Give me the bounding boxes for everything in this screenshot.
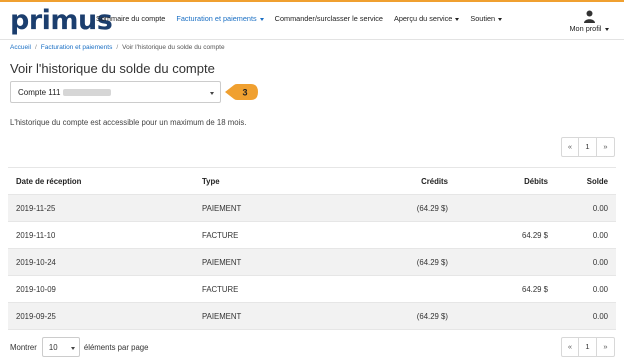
step-callout-badge: 3	[225, 84, 258, 100]
cell-type: PAIEMENT	[202, 311, 242, 321]
account-select-value: Compte 111	[18, 88, 61, 97]
pagination-prev-button[interactable]: «	[562, 338, 579, 356]
pagination-next-button[interactable]: »	[597, 138, 614, 156]
pagination-top: « 1 »	[561, 137, 615, 157]
profile-label: Mon profil	[569, 24, 602, 33]
nav-item-account-summary[interactable]: Sommaire du compte	[96, 14, 165, 23]
breadcrumb-current: Voir l'historique du solde du compte	[122, 44, 225, 51]
pagination-bottom: « 1 »	[561, 337, 615, 357]
main-nav: Sommaire du compte Facturation et paieme…	[96, 14, 513, 23]
breadcrumb-home-link[interactable]: Accueil	[10, 44, 31, 51]
pagination-page-button[interactable]: 1	[579, 138, 597, 156]
pagination-page-button[interactable]: 1	[579, 338, 597, 356]
cell-type: FACTURE	[202, 284, 239, 294]
chevron-down-icon	[259, 17, 264, 21]
table-header-row: Date de réception Type Crédits Débits So…	[8, 168, 616, 195]
nav-item-label: Facturation et paiements	[176, 14, 257, 23]
cell-type: PAIEMENT	[202, 203, 242, 213]
cell-date: 2019-09-25	[16, 311, 56, 321]
chevron-down-icon	[455, 17, 460, 21]
cell-credits: (64.29 $)	[416, 203, 448, 213]
items-per-page-label: éléments par page	[83, 342, 149, 352]
cell-date: 2019-10-24	[16, 257, 56, 267]
chevron-down-icon	[70, 347, 75, 350]
account-select[interactable]: Compte 111	[10, 81, 221, 103]
balance-history-table: Date de réception Type Crédits Débits So…	[8, 167, 616, 330]
nav-item-order-upgrade[interactable]: Commander/surclasser le service	[275, 14, 383, 23]
table-row: 2019-10-24 PAIEMENT (64.29 $) 0.00	[8, 249, 616, 276]
cell-balance: 0.00	[592, 311, 608, 321]
nav-item-service-overview[interactable]: Aperçu du service	[393, 14, 460, 23]
cell-debits: 64.29 $	[521, 230, 548, 240]
step-callout-number: 3	[242, 88, 247, 98]
table-row: 2019-09-25 PAIEMENT (64.29 $) 0.00	[8, 303, 616, 330]
history-info-text: L'historique du compte est accessible po…	[10, 118, 247, 127]
nav-item-label: Sommaire du compte	[96, 14, 166, 23]
cell-date: 2019-11-25	[16, 203, 56, 213]
breadcrumb-separator: /	[116, 44, 119, 51]
items-per-page-select[interactable]: 10	[41, 337, 80, 357]
nav-item-support[interactable]: Soutien	[470, 14, 503, 23]
show-label: Montrer	[10, 342, 37, 352]
profile-menu[interactable]: Mon profil	[564, 10, 614, 33]
breadcrumb-separator: /	[34, 44, 37, 51]
nav-item-label: Soutien	[470, 14, 496, 23]
items-per-page-value: 10	[48, 343, 58, 352]
cell-type: PAIEMENT	[202, 257, 242, 267]
table-row: 2019-11-25 PAIEMENT (64.29 $) 0.00	[8, 195, 616, 222]
breadcrumb-billing-link[interactable]: Facturation et paiements	[41, 44, 113, 51]
cell-date: 2019-11-10	[16, 230, 56, 240]
top-navigation-bar: primus Sommaire du compte Facturation et…	[0, 0, 624, 40]
cell-balance: 0.00	[592, 230, 608, 240]
cell-balance: 0.00	[592, 257, 608, 267]
column-header-credits[interactable]: Crédits	[344, 177, 456, 186]
cell-type: FACTURE	[202, 230, 239, 240]
chevron-down-icon	[604, 27, 609, 31]
page-size-control: Montrer 10 éléments par page	[10, 337, 148, 357]
table-row: 2019-11-10 FACTURE 64.29 $ 0.00	[8, 222, 616, 249]
pagination-next-button[interactable]: »	[597, 338, 614, 356]
chevron-down-icon	[210, 92, 214, 95]
column-header-type[interactable]: Type	[194, 177, 344, 186]
cell-date: 2019-10-09	[16, 284, 56, 294]
breadcrumb: Accueil / Facturation et paiements / Voir l'…	[10, 44, 225, 51]
cell-balance: 0.00	[592, 284, 608, 294]
cell-credits: (64.29 $)	[416, 257, 448, 267]
page-title: Voir l'historique du solde du compte	[10, 61, 215, 76]
table-row: 2019-10-09 FACTURE 64.29 $ 0.00	[8, 276, 616, 303]
cell-credits: (64.29 $)	[416, 311, 448, 321]
nav-item-label: Commander/surclasser le service	[274, 14, 383, 23]
cell-debits: 64.29 $	[521, 284, 548, 294]
chevron-down-icon	[498, 17, 503, 21]
column-header-balance[interactable]: Solde	[556, 177, 616, 186]
nav-item-billing-payments[interactable]: Facturation et paiements	[176, 14, 264, 23]
user-icon	[583, 10, 595, 23]
pagination-prev-button[interactable]: «	[562, 138, 579, 156]
cell-balance: 0.00	[592, 203, 608, 213]
column-header-date[interactable]: Date de réception	[8, 177, 194, 186]
column-header-debits[interactable]: Débits	[456, 177, 556, 186]
nav-item-label: Aperçu du service	[393, 14, 453, 23]
redacted-account-number	[63, 89, 112, 97]
